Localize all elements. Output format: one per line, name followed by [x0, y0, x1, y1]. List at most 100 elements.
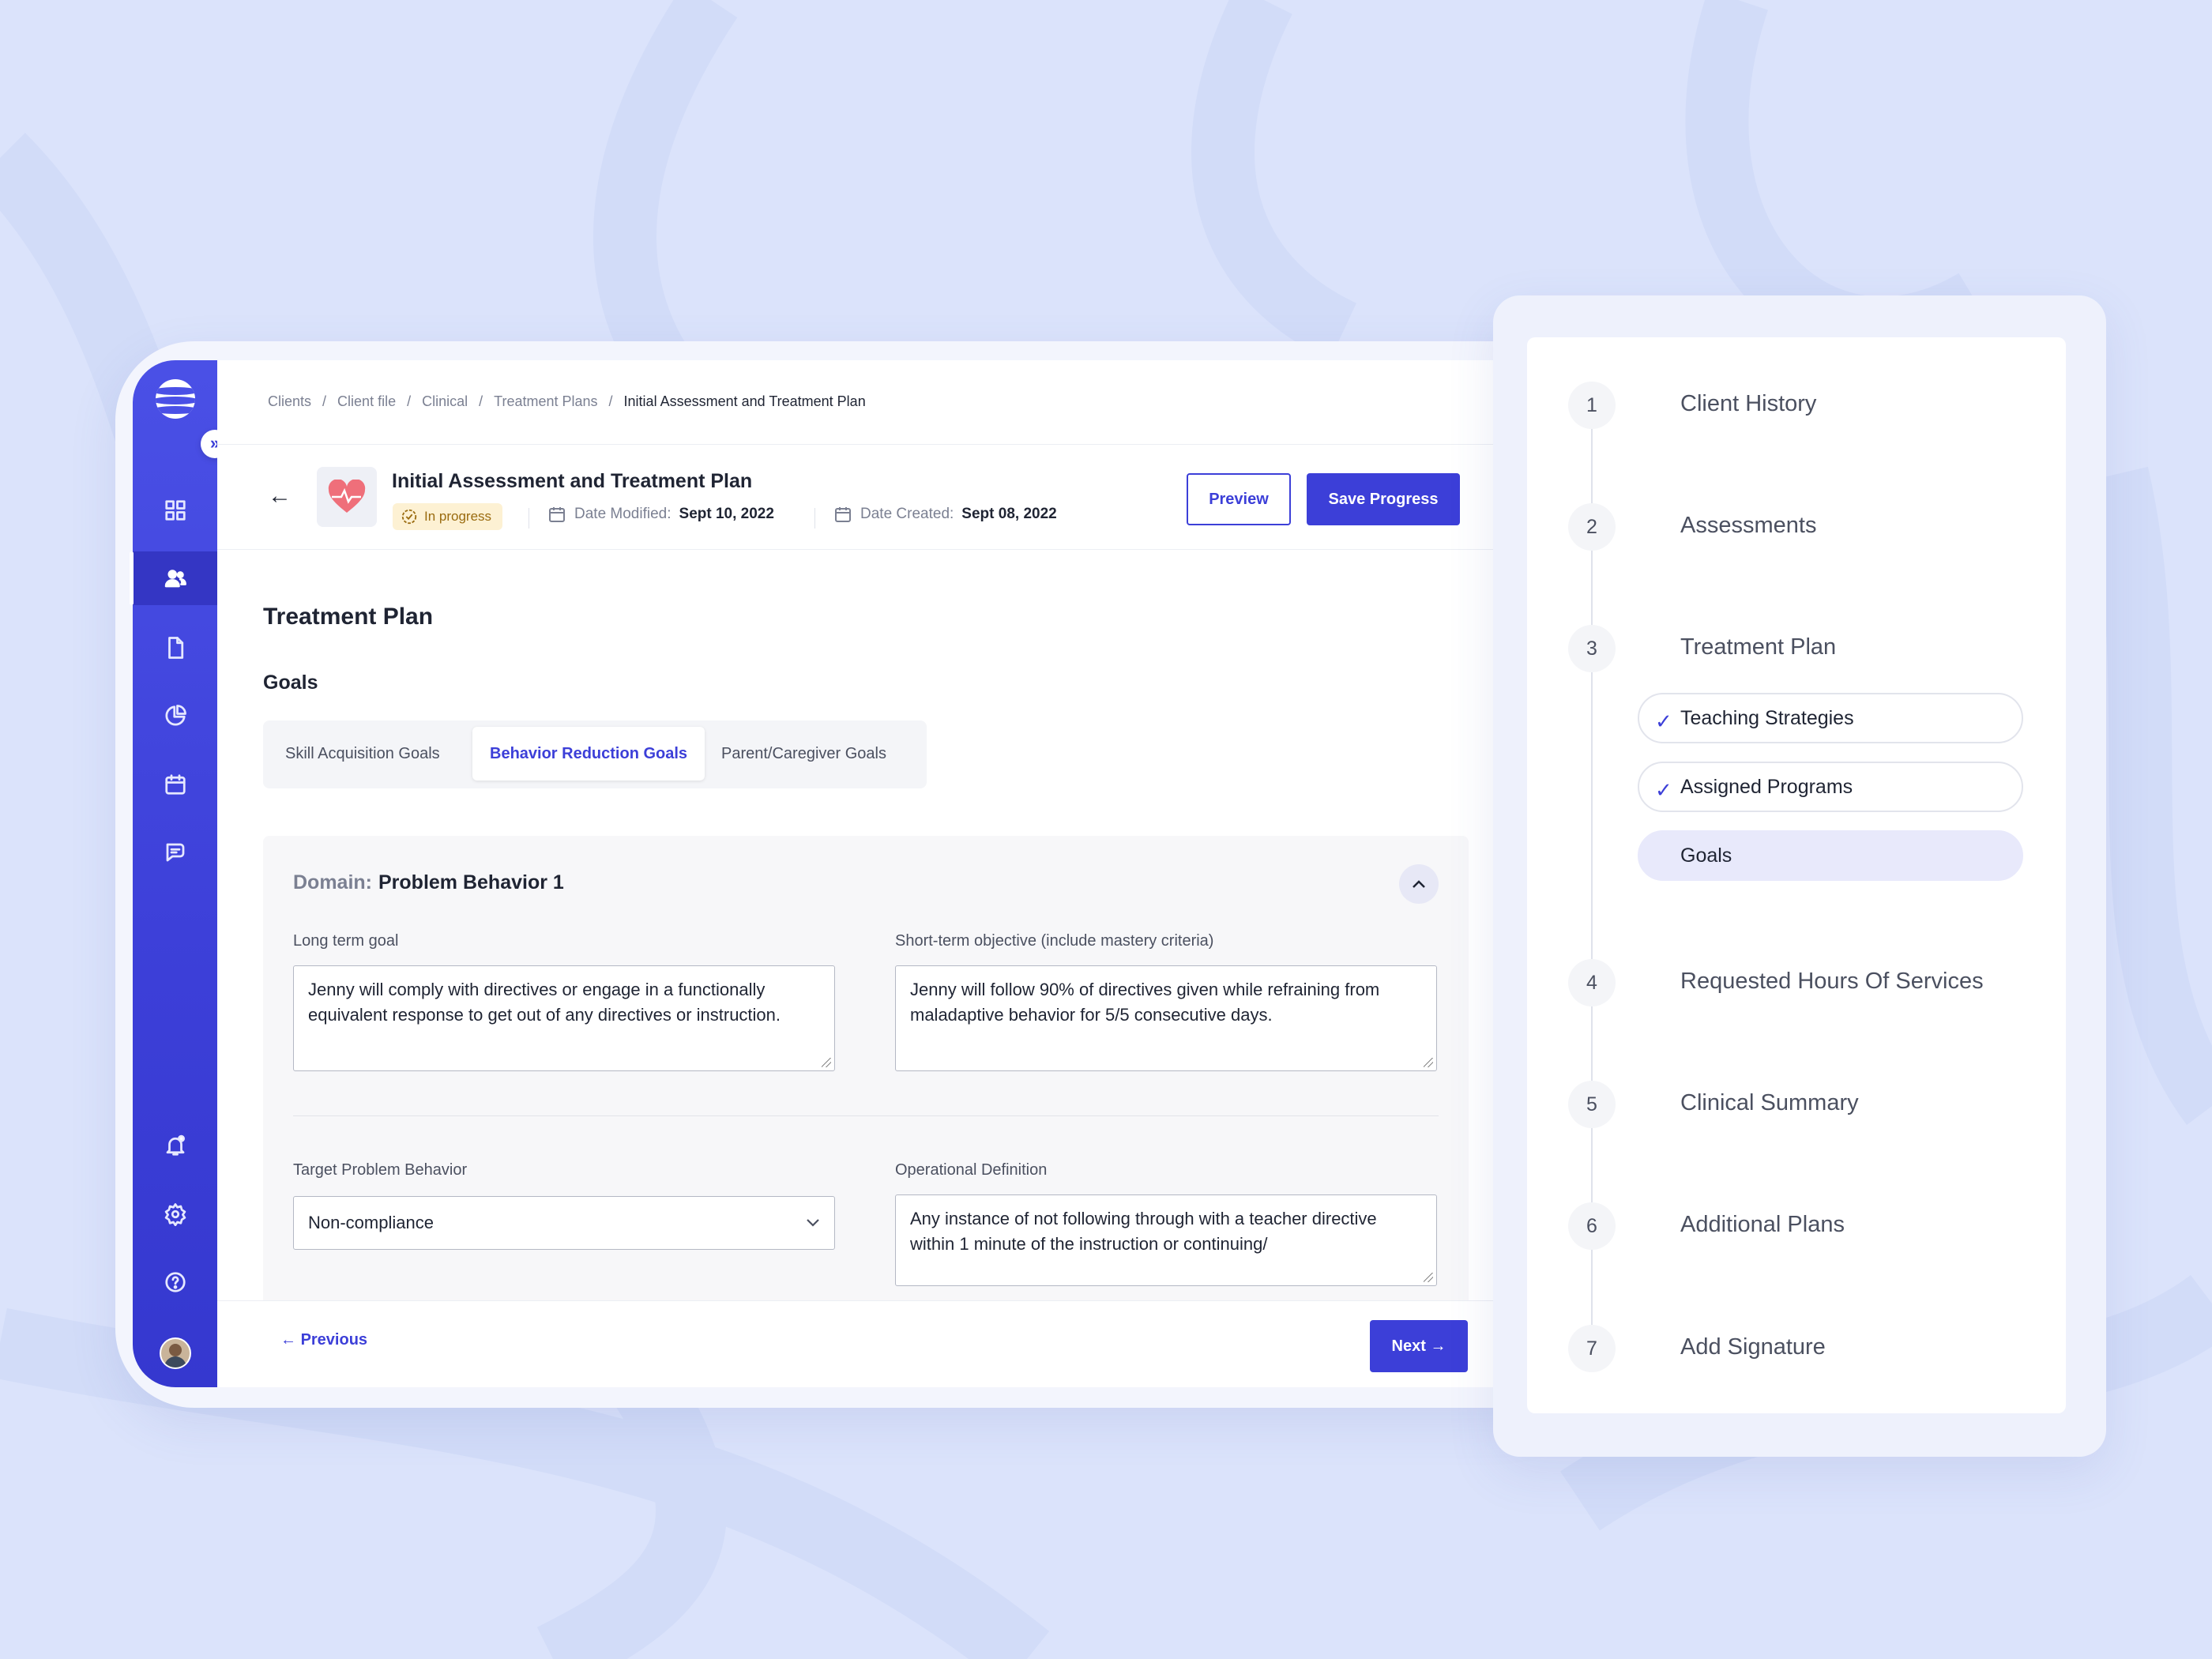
substep-assigned-programs[interactable]: ✓ Assigned Programs [1638, 762, 2023, 812]
page-title: Initial Assessment and Treatment Plan [392, 470, 753, 492]
next-button[interactable]: Next → [1370, 1320, 1468, 1372]
operational-definition-label: Operational Definition [895, 1161, 1048, 1179]
step-label: Clinical Summary [1680, 1090, 1859, 1115]
bell-icon [166, 1134, 185, 1156]
long-term-goal-label: Long term goal [293, 932, 399, 950]
stepper: 1 Client History 2 Assessments 3 Treatme… [1527, 337, 2066, 1413]
sidebar-item-notifications[interactable] [133, 1119, 217, 1172]
breadcrumb-treatment-plans[interactable]: Treatment Plans [494, 393, 597, 410]
previous-label: Previous [300, 1331, 368, 1349]
step-number: 7 [1568, 1325, 1616, 1372]
sidebar-item-help[interactable] [133, 1255, 217, 1309]
checkmark-icon: ✓ [1655, 778, 1672, 802]
substep-label: Teaching Strategies [1680, 707, 1854, 729]
step-label: Client History [1680, 391, 1817, 416]
breadcrumb-clinical[interactable]: Clinical [422, 393, 468, 410]
date-created: Date Created: Sept 08, 2022 [833, 505, 1057, 524]
logo-icon [156, 379, 195, 419]
date-created-label: Date Created: [860, 506, 954, 522]
users-icon [164, 570, 186, 588]
target-behavior-select[interactable]: Non-compliance [293, 1196, 835, 1250]
tab-behavior-reduction[interactable]: Behavior Reduction Goals [472, 727, 705, 781]
calendar-icon [549, 507, 565, 522]
substep-label: Assigned Programs [1680, 776, 1853, 798]
step-number: 4 [1568, 959, 1616, 1006]
goal-tabs: Skill Acquisition Goals Behavior Reducti… [263, 720, 927, 788]
chat-icon [166, 843, 184, 862]
substep-teaching-strategies[interactable]: ✓ Teaching Strategies [1638, 693, 2023, 743]
dashboard-icon [164, 500, 186, 521]
sidebar-item-documents[interactable] [133, 621, 217, 675]
sidebar-item-dashboard[interactable] [133, 483, 217, 537]
breadcrumb: Clients / Client file / Clinical / Treatmen… [268, 393, 866, 410]
long-term-goal-field[interactable]: Jenny will comply with directives or eng… [293, 965, 835, 1071]
long-term-goal-text: Jenny will comply with directives or eng… [308, 980, 781, 1025]
next-label: Next [1391, 1337, 1426, 1355]
date-created-value: Sept 08, 2022 [961, 506, 1057, 522]
arrow-right-icon: → [1425, 1337, 1446, 1355]
short-term-objective-text: Jenny will follow 90% of directives give… [910, 980, 1380, 1025]
sidebar-item-calendar[interactable] [133, 758, 217, 811]
short-term-objective-label: Short-term objective (include mastery cr… [895, 932, 1214, 950]
main-content: Clients / Client file / Clinical / Treatmen… [217, 360, 1497, 1387]
date-modified-value: Sept 10, 2022 [679, 506, 774, 522]
domain-label: Domain: [293, 871, 372, 893]
sidebar-item-messages[interactable] [133, 826, 217, 879]
section-title: Treatment Plan [263, 604, 434, 630]
status-badge: In progress [393, 503, 503, 530]
arrow-left-icon: ← [280, 1331, 301, 1349]
date-modified-label: Date Modified: [574, 506, 672, 522]
heart-icon [317, 467, 377, 527]
status-text: In progress [424, 509, 492, 524]
collapse-button[interactable] [1399, 864, 1439, 904]
save-progress-button[interactable]: Save Progress [1307, 473, 1460, 525]
sidebar-item-reports[interactable] [133, 689, 217, 743]
operational-definition-text: Any instance of not following through wi… [910, 1209, 1377, 1254]
substep-label: Goals [1680, 845, 1732, 867]
avatar[interactable] [160, 1337, 191, 1369]
previous-button[interactable]: ← Previous [280, 1331, 367, 1349]
target-behavior-label: Target Problem Behavior [293, 1161, 468, 1179]
step-label: Assessments [1680, 513, 1817, 538]
step-number: 3 [1568, 625, 1616, 672]
step-number: 1 [1568, 382, 1616, 429]
tab-parent-caregiver[interactable]: Parent/Caregiver Goals [704, 727, 904, 781]
operational-definition-field[interactable]: Any instance of not following through wi… [895, 1194, 1437, 1286]
step-number: 2 [1568, 503, 1616, 551]
date-modified: Date Modified: Sept 10, 2022 [547, 505, 774, 524]
document-icon [167, 637, 183, 659]
domain-heading: Domain: Problem Behavior 1 [293, 871, 564, 894]
help-icon [164, 1272, 186, 1292]
back-arrow-icon[interactable]: ← [268, 483, 292, 510]
page-header: ← Initial Assessment and Treatment Plan … [217, 444, 1497, 550]
checkmark-icon: ✓ [1655, 709, 1672, 733]
sidebar-item-settings[interactable] [133, 1187, 217, 1241]
short-term-objective-field[interactable]: Jenny will follow 90% of directives give… [895, 965, 1437, 1071]
sidebar: » [130, 360, 229, 1387]
step-label: Requested Hours Of Services [1680, 969, 1984, 994]
target-behavior-value: Non-compliance [308, 1213, 434, 1232]
step-label: Treatment Plan [1680, 634, 1837, 660]
breadcrumb-clients[interactable]: Clients [268, 393, 311, 410]
settings-icon [164, 1203, 186, 1226]
calendar-icon [835, 507, 851, 522]
divider [293, 1115, 1439, 1116]
step-label: Additional Plans [1680, 1212, 1845, 1237]
step-number: 6 [1568, 1202, 1616, 1250]
sidebar-item-clients[interactable] [130, 551, 217, 605]
substep-goals[interactable]: Goals [1638, 830, 2023, 881]
domain-value: Problem Behavior 1 [378, 871, 564, 893]
goals-title: Goals [263, 672, 318, 694]
breadcrumb-client-file[interactable]: Client file [337, 393, 396, 410]
chevron-up-icon [1413, 880, 1425, 888]
step-label: Add Signature [1680, 1334, 1826, 1360]
chevron-down-icon [807, 1219, 819, 1227]
footer-bar: ← Previous Next → [217, 1300, 1497, 1387]
check-circle-icon [401, 509, 417, 525]
pie-chart-icon [164, 705, 186, 726]
breadcrumb-current: Initial Assessment and Treatment Plan [623, 393, 866, 409]
calendar-icon [164, 774, 186, 795]
tab-skill-acquisition[interactable]: Skill Acquisition Goals [268, 727, 457, 781]
step-number: 5 [1568, 1081, 1616, 1128]
preview-button[interactable]: Preview [1187, 473, 1291, 525]
